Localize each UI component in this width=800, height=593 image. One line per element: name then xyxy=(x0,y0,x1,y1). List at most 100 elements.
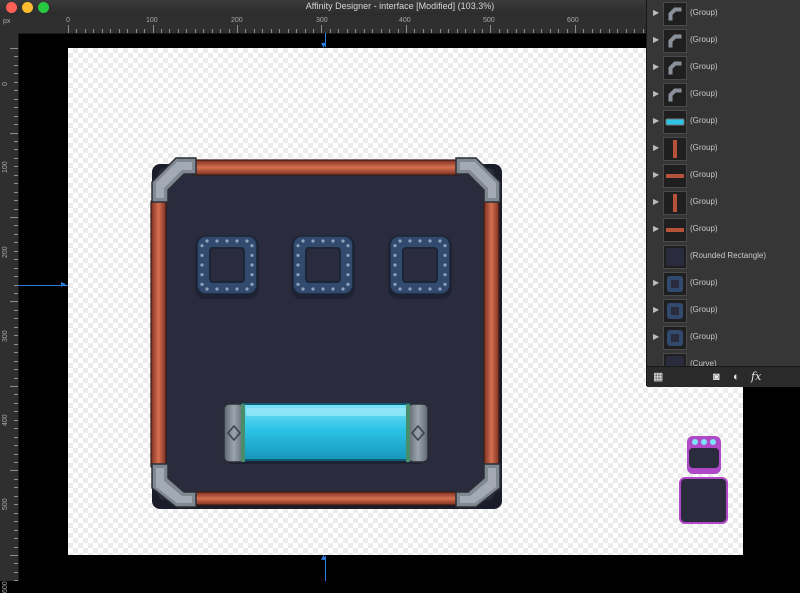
ruler-tick-mark xyxy=(212,29,213,33)
ruler-tick-label: 100 xyxy=(146,17,158,24)
guide-arrow-top[interactable]: ▾ xyxy=(321,41,326,51)
ruler-tick-mark xyxy=(313,29,314,33)
ruler-tick-mark xyxy=(533,29,534,33)
layer-name: (Group) xyxy=(690,143,718,152)
ruler-tick-mark xyxy=(245,29,246,33)
ruler-tick-label: 400 xyxy=(399,17,411,24)
ruler-tick-mark xyxy=(372,29,373,33)
vertical-rail-icon xyxy=(663,191,687,215)
ruler-tick-label: 600 xyxy=(567,17,579,24)
ruler-tick-mark xyxy=(364,29,365,33)
layer-row[interactable]: ▶ (Group) xyxy=(647,54,800,82)
ruler-tick-mark xyxy=(14,158,18,159)
ruler-tick-mark xyxy=(127,29,128,33)
ruler-tick-mark xyxy=(14,403,18,404)
ruler-tick-mark xyxy=(14,90,18,91)
layer-row[interactable]: ▶ (Group) xyxy=(647,81,800,109)
ruler-tick-mark xyxy=(195,29,196,33)
disclosure-arrow-icon[interactable]: ▶ xyxy=(653,278,659,287)
disclosure-arrow-icon[interactable]: ▶ xyxy=(653,332,659,341)
ruler-tick-mark xyxy=(14,141,18,142)
disclosure-arrow-icon[interactable]: ▶ xyxy=(653,197,659,206)
fx-icon[interactable]: fx xyxy=(751,371,761,383)
layer-row[interactable]: ▶ (Group) xyxy=(647,189,800,217)
ruler-tick-mark xyxy=(643,29,644,33)
ruler-tick-mark xyxy=(14,369,18,370)
ruler-tick-label: 500 xyxy=(483,17,495,24)
ruler-tick-mark xyxy=(161,29,162,33)
ruler-tick-mark xyxy=(355,29,356,33)
vertical-ruler[interactable]: 0 100 200 300 400 500 600 xyxy=(0,33,19,593)
ruler-tick-mark xyxy=(14,513,18,514)
ruler-tick-mark xyxy=(14,56,18,57)
disclosure-arrow-icon[interactable]: ▶ xyxy=(653,116,659,125)
ruler-tick-mark xyxy=(14,521,18,522)
ruler-tick-mark xyxy=(431,29,432,33)
layer-row[interactable]: ▶ (Group) xyxy=(647,0,800,28)
disclosure-arrow-icon[interactable]: ▶ xyxy=(653,89,659,98)
layer-row[interactable]: ▶ (Group) xyxy=(647,216,800,244)
ruler-tick-mark xyxy=(14,234,18,235)
layer-row[interactable]: ▶ (Group) xyxy=(647,27,800,55)
ruler-tick-mark xyxy=(271,29,272,33)
layer-row[interactable]: (Rounded Rectangle) xyxy=(647,243,800,271)
slot-icon xyxy=(663,272,687,296)
ruler-tick-mark xyxy=(186,29,187,33)
layer-row[interactable]: ▶ (Group) xyxy=(647,135,800,163)
slot-icon xyxy=(663,326,687,350)
layer-row[interactable]: ▶ (Group) xyxy=(647,324,800,352)
mask-icon[interactable]: ◙ xyxy=(713,371,720,383)
horizontal-ruler[interactable]: px 0 100 200 300 400 500 600 xyxy=(0,15,646,34)
ruler-tick-mark xyxy=(550,29,551,33)
disclosure-arrow-icon[interactable]: ▶ xyxy=(653,35,659,44)
ruler-tick-mark xyxy=(634,29,635,33)
ruler-tick-label: 200 xyxy=(2,246,9,258)
layer-row[interactable]: ▶ (Group) xyxy=(647,162,800,190)
disclosure-arrow-icon[interactable]: ▶ xyxy=(653,170,659,179)
disclosure-arrow-icon[interactable]: ▶ xyxy=(653,305,659,314)
adjustment-icon[interactable]: ◐ xyxy=(733,371,740,383)
ruler-tick-mark xyxy=(14,361,18,362)
ruler-tick-mark xyxy=(14,310,18,311)
ruler-tick-mark xyxy=(14,378,18,379)
ruler-tick-mark xyxy=(398,29,399,33)
layer-row[interactable]: ▶ (Group) xyxy=(647,297,800,325)
ruler-tick-mark xyxy=(406,25,407,33)
ruler-tick-mark xyxy=(220,29,221,33)
ruler-tick-mark xyxy=(14,538,18,539)
vertical-rail-icon xyxy=(663,137,687,161)
disclosure-arrow-icon[interactable]: ▶ xyxy=(653,8,659,17)
ruler-tick-mark xyxy=(14,242,18,243)
ruler-tick-mark xyxy=(14,183,18,184)
disclosure-arrow-icon[interactable]: ▶ xyxy=(653,224,659,233)
guide-arrow-left[interactable]: ▸ xyxy=(61,280,66,290)
ruler-tick-mark xyxy=(14,259,18,260)
ruler-tick-mark xyxy=(14,175,18,176)
horizontal-rail-icon xyxy=(663,218,687,242)
ruler-tick-mark xyxy=(262,29,263,33)
horizontal-rail-icon xyxy=(663,164,687,188)
ruler-tick-mark xyxy=(14,437,18,438)
ruler-tick-mark xyxy=(321,25,322,33)
ruler-tick-mark xyxy=(178,29,179,33)
rounded-rect-icon xyxy=(663,245,687,269)
ruler-tick-mark xyxy=(169,29,170,33)
layer-name: (Group) xyxy=(690,62,718,71)
ruler-tick-label: 300 xyxy=(2,330,9,342)
ruler-tick-mark xyxy=(14,149,18,150)
layer-name: (Group) xyxy=(690,35,718,44)
layer-row[interactable]: ▶ (Group) xyxy=(647,108,800,136)
pipe-corner-icon xyxy=(663,29,687,53)
artboard[interactable] xyxy=(68,48,743,555)
ruler-tick-mark xyxy=(14,124,18,125)
ruler-tick-mark xyxy=(68,25,69,33)
disclosure-arrow-icon[interactable]: ▶ xyxy=(653,143,659,152)
layers-stack-icon[interactable]: ▦ xyxy=(653,371,663,383)
layer-name: (Group) xyxy=(690,8,718,17)
layer-row[interactable]: ▶ (Group) xyxy=(647,270,800,298)
layer-name: (Group) xyxy=(690,224,718,233)
disclosure-arrow-icon[interactable]: ▶ xyxy=(653,62,659,71)
guide-arrow-bottom[interactable]: ▴ xyxy=(321,553,326,563)
ruler-tick-mark xyxy=(14,318,18,319)
ruler-tick-mark xyxy=(14,268,18,269)
